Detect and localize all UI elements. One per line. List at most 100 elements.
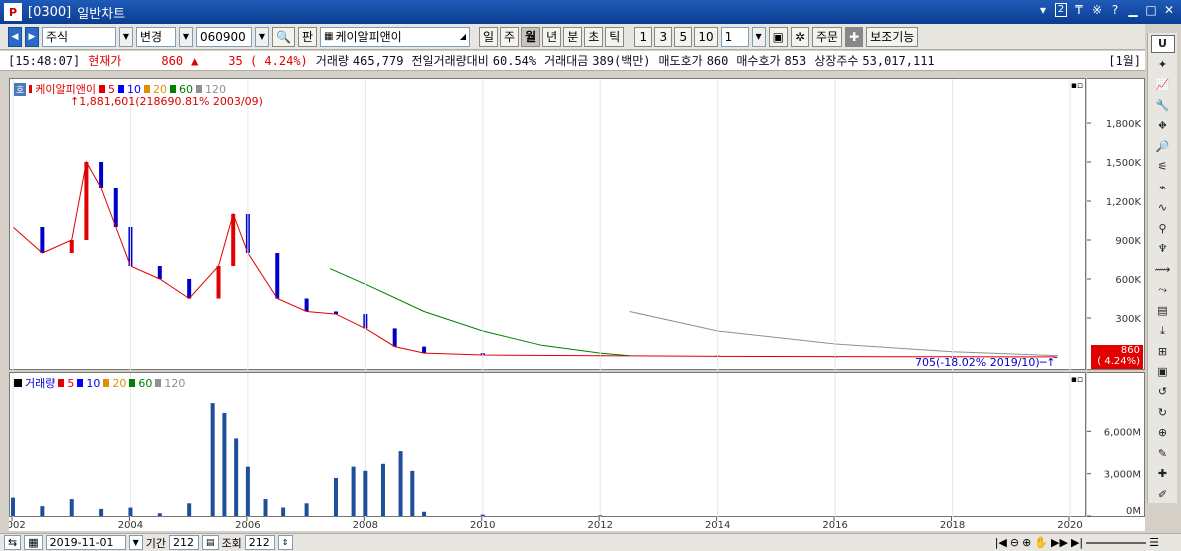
market-dropdown-icon[interactable]: ▼ [119,26,133,47]
price-close-line [12,160,1056,358]
maximize-button[interactable]: □ [1145,3,1157,17]
volume-chart-panel[interactable]: 거래량 5 10 20 60 120 ▪▫ [9,372,1087,518]
period-tab-5[interactable]: 초 [584,26,604,47]
tool-icon[interactable]: ✦ [1151,56,1175,73]
auto-icon[interactable]: ⌁ [1151,179,1175,196]
info-bar: [15:48:07] 현재가 860 ▲ 35 ( 4.24%) 거래량 465… [0,51,1145,71]
plus-icon[interactable]: ✚ [845,26,864,47]
period-tab-3[interactable]: 년 [542,26,562,47]
crosshair-icon[interactable]: ✚ [1151,465,1175,482]
tree-icon[interactable]: ⚲ [1151,219,1175,236]
query-icon[interactable]: ▤ [202,535,219,550]
down-arrow-icon[interactable]: ▾ [1037,3,1049,17]
menu-icon[interactable]: ☰ [1149,536,1159,549]
gear-icon[interactable]: ✲ [790,26,810,47]
fast-forward-icon[interactable]: ▶▶ [1051,536,1068,549]
volume-ytick-label: 3,000M [1104,470,1141,481]
last-arrow-icon: ─↑ [1039,356,1056,369]
zoom-icon[interactable]: ⊕ [1151,424,1175,441]
panel-controls[interactable]: ▪▫ [1071,375,1083,385]
volume-bar [410,470,415,516]
redo-icon[interactable]: ↻ [1151,404,1175,421]
pin-icon[interactable]: ₸ [1073,3,1085,17]
search-icon[interactable]: 🔍 [272,26,295,47]
user-button[interactable]: U [1150,35,1175,53]
query-input[interactable]: 212 [244,535,275,550]
period-tab-4[interactable]: 분 [563,26,583,47]
spin-icon[interactable]: ⇕ [277,535,293,550]
zoom-out-icon[interactable]: ⊖ [1010,536,1019,549]
price-ytick-label: 1,200K [1106,197,1142,208]
minimize-button[interactable]: ▁ [1127,3,1139,17]
change-dropdown-icon[interactable]: ▼ [179,26,193,47]
panel-controls[interactable]: ▪▫ [1071,81,1083,91]
wave-icon[interactable]: ∿ [1151,199,1175,216]
curve-icon[interactable]: ⟿ [1151,260,1175,277]
date-input[interactable]: 2019-11-01 [45,535,126,550]
legend-volume-name: 거래량 [25,377,56,390]
change-select[interactable]: 변경 [136,26,176,47]
zoom-in-icon[interactable]: ⊕ [1022,536,1031,549]
interval-button-3[interactable]: 10 [694,26,718,47]
wrench-icon[interactable]: 🔧 [1151,97,1175,114]
stock-code-input[interactable]: 060900 [196,26,252,47]
stock-name-select[interactable]: ▦ 케이알피앤이 ◢ [320,26,470,47]
price-chart[interactable] [10,79,1087,371]
scroll-left-icon[interactable]: |◀ [995,536,1007,549]
window-number-button[interactable]: 2 [1055,3,1067,17]
calendar-icon[interactable]: ▦ [24,535,43,550]
next-arrow-icon[interactable]: ▶ [25,26,39,47]
save-icon[interactable]: ▣ [768,26,788,47]
interval-button-2[interactable]: 5 [674,26,693,47]
xtick-label: 2008 [353,520,378,531]
help-icon[interactable]: ? [1109,3,1121,17]
table-icon[interactable]: ⊞ [1151,342,1175,359]
amount-value: 389(백만) [592,54,651,68]
period-tab-2[interactable]: 월 [521,26,541,47]
date-nav-icon[interactable]: ⇆ [4,535,22,550]
interval-button-1[interactable]: 3 [654,26,673,47]
chart-type-icon[interactable]: 📈 [1151,76,1175,93]
volume-bar [422,511,427,516]
period-tag: [1월] [1108,54,1141,68]
date-dropdown-icon[interactable]: ▼ [128,535,143,550]
volume-chart[interactable] [10,373,1087,518]
market-select[interactable]: 주식 [42,26,116,47]
aux-button[interactable]: 보조기능 [866,26,919,47]
window-icon[interactable]: ▣ [1151,363,1175,380]
interval-button-0[interactable]: 1 [634,26,653,47]
price-candle [275,253,280,299]
zoom-controls: |◀ ⊖ ⊕ ✋ ▶▶ ▶| ☰ [995,536,1181,549]
period-tab-0[interactable]: 일 [479,26,499,47]
scroll-slider[interactable] [1086,536,1147,544]
settings-icon[interactable]: ※ [1091,3,1103,17]
eraser-icon[interactable]: ✎ [1151,445,1175,462]
shares-value: 53,017,111 [862,53,935,68]
period-tab-6[interactable]: 틱 [605,26,625,47]
pan-button[interactable]: 판 [297,26,317,47]
branch-icon[interactable]: ♆ [1151,240,1175,257]
pen-icon[interactable]: ✐ [1151,486,1175,503]
price-candle [99,162,104,188]
code-dropdown-icon[interactable]: ▼ [255,26,269,47]
monitor-icon[interactable]: ▤ [1151,301,1175,318]
prev-arrow-icon[interactable]: ◀ [8,26,22,47]
trend-icon[interactable]: ⤳ [1151,281,1175,298]
period-input[interactable]: 212 [169,535,200,550]
period-tab-1[interactable]: 주 [500,26,520,47]
legend-ma120: 120 [205,82,227,96]
legend-toggle-icon[interactable]: 호 [14,82,27,96]
price-candle [84,162,89,240]
order-button[interactable]: 주문 [812,26,843,47]
undo-icon[interactable]: ↺ [1151,383,1175,400]
count-input[interactable]: 1 [720,26,749,47]
hand-icon[interactable]: ✋ [1034,536,1048,549]
download-icon[interactable]: ⤓ [1151,322,1175,339]
close-button[interactable]: ✕ [1163,3,1175,17]
search-doc-icon[interactable]: 🔎 [1151,138,1175,155]
count-dropdown-icon[interactable]: ▼ [751,26,766,47]
scroll-right-icon[interactable]: ▶| [1071,536,1083,549]
compare-icon[interactable]: ⛖ [1151,117,1175,134]
price-chart-panel[interactable]: 호 케이알피앤이 5 10 20 60 120 ↑1,881,601(21869… [9,78,1087,371]
signal-icon[interactable]: ⚟ [1151,158,1175,175]
